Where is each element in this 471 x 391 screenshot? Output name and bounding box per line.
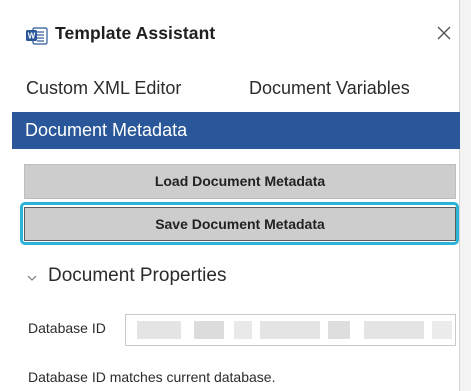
svg-text:W: W [28, 32, 36, 41]
pane-title: Template Assistant [55, 23, 216, 43]
tab-document-variables[interactable]: Document Variables [249, 78, 410, 99]
database-status-text: Database ID matches current database. [28, 369, 276, 385]
redacted-value [260, 321, 320, 339]
load-metadata-button[interactable]: Load Document Metadata [24, 164, 456, 199]
redacted-value [364, 321, 424, 339]
redacted-value [234, 321, 252, 339]
redacted-value [432, 321, 452, 339]
chevron-down-icon[interactable] [26, 273, 38, 283]
section-document-properties[interactable]: Document Properties [48, 265, 226, 287]
database-id-label: Database ID [28, 320, 106, 336]
redacted-value [328, 321, 350, 339]
word-document-icon: W [26, 27, 48, 45]
database-id-field[interactable] [125, 314, 456, 346]
tab-custom-xml-editor[interactable]: Custom XML Editor [26, 78, 181, 99]
title-bar: W Template Assistant [0, 0, 460, 64]
redacted-value [194, 321, 224, 339]
tab-document-metadata[interactable]: Document Metadata [12, 112, 460, 149]
task-pane: W Template Assistant Custom XML Editor D… [0, 0, 460, 391]
close-icon[interactable] [435, 24, 453, 42]
redacted-value [137, 321, 181, 339]
save-metadata-button[interactable]: Save Document Metadata [24, 207, 456, 241]
